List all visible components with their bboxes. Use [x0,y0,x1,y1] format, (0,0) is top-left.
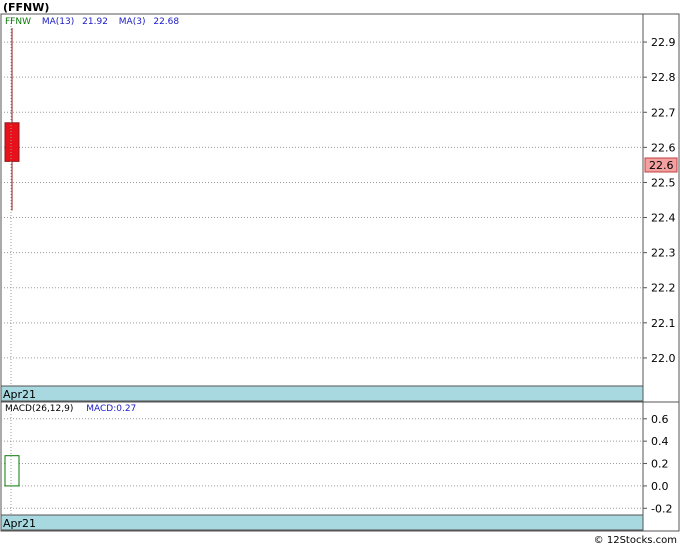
legend-symbol: FFNW [5,17,31,27]
price-tick-label: 22.4 [651,212,676,225]
price-tick-label: 22.5 [651,176,676,189]
macd-bar [4,455,20,487]
legend-ma13-value: 21.92 [82,17,108,27]
price-tick-label: 22.1 [651,317,676,330]
candle-body [4,122,20,162]
price-tick-label: 22.0 [651,352,676,365]
price-tick-label: 22.9 [651,36,676,49]
last-price-label: 22.6 [649,159,674,172]
macd-tick-label: 0.2 [651,458,669,471]
macd-tick-label: 0.4 [651,435,669,448]
macd-legend-title: MACD(26,12,9) [5,404,73,414]
price-tick-label: 22.8 [651,71,676,84]
macd-tick-label: 0.0 [651,480,669,493]
macd-legend-value: MACD:0.27 [86,404,136,414]
legend-ma3-label: MA(3) [119,17,146,27]
chart-title: (FFNW) [3,1,49,14]
price-panel [0,13,680,403]
macd-date-label: Apr21 [3,517,36,530]
legend-ma13-label: MA(13) [42,17,74,27]
macd-tick-label: 0.6 [651,413,669,426]
stock-chart: (FFNW) 22.9 22.8 22.7 22.6 22.5 22.4 22.3 22.2 2… [0,1,680,546]
price-tick-label: 22.7 [651,106,676,119]
price-tick-label: 22.6 [651,141,676,154]
footer-credit: © 12Stocks.com [594,535,677,546]
macd-tick-label: -0.2 [651,502,672,515]
macd-bars [4,455,20,487]
macd-date-band [0,514,644,531]
price-tick-label: 22.2 [651,282,676,295]
macd-legend: MACD(26,12,9) MACD:0.27 [5,404,136,414]
price-legend: FFNW MA(13) 21.92 MA(3) 22.68 [5,17,179,27]
price-tick-label: 22.3 [651,247,676,260]
macd-panel [0,401,680,532]
price-date-band [0,385,644,402]
price-date-label: Apr21 [3,388,36,401]
legend-ma3-value: 22.68 [153,17,179,27]
